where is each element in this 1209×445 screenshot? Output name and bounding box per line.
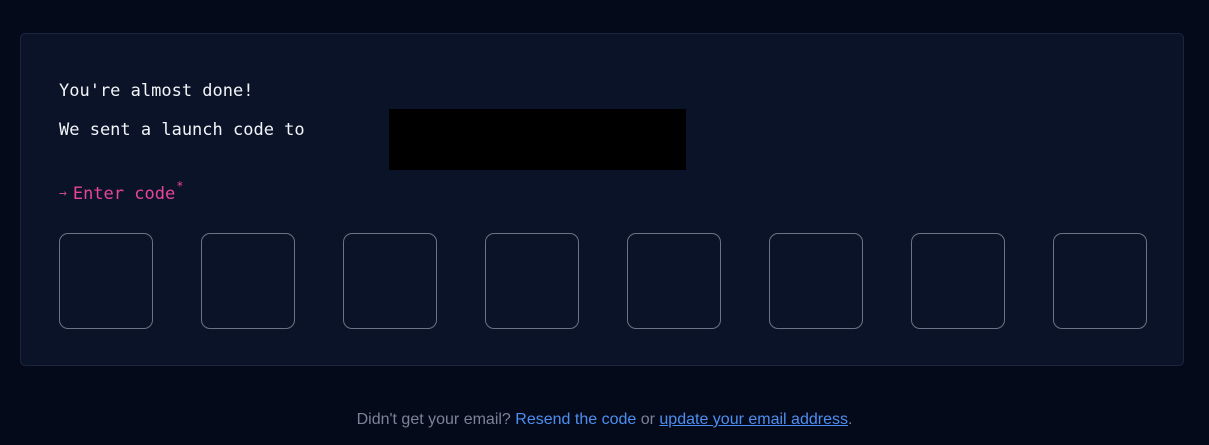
code-digit-input-1[interactable] [59, 233, 153, 329]
code-digit-input-6[interactable] [769, 233, 863, 329]
footer-question: Didn't get your email? [356, 411, 511, 428]
code-digit-input-7[interactable] [911, 233, 1005, 329]
code-digit-input-5[interactable] [627, 233, 721, 329]
code-digit-input-2[interactable] [201, 233, 295, 329]
code-input-row [59, 233, 1147, 329]
almost-done-heading: You're almost done! [59, 81, 254, 101]
resend-footer: Didn't get your email? Resend the code o… [0, 411, 1209, 429]
code-digit-input-3[interactable] [343, 233, 437, 329]
resend-code-link[interactable]: Resend the code [515, 411, 636, 428]
code-digit-input-8[interactable] [1053, 233, 1147, 329]
update-email-link[interactable]: update your email address [659, 411, 848, 428]
footer-or: or [640, 411, 655, 428]
code-digit-input-4[interactable] [485, 233, 579, 329]
enter-code-label: → Enter code* [59, 179, 183, 204]
enter-code-text: Enter code [72, 184, 176, 204]
arrow-right-icon: → [59, 186, 67, 201]
sent-code-message: We sent a launch code to [59, 120, 305, 140]
verification-card: You're almost done! We sent a launch cod… [20, 33, 1184, 366]
footer-period: . [847, 411, 853, 428]
required-asterisk: * [176, 179, 184, 193]
redacted-email [389, 109, 686, 170]
